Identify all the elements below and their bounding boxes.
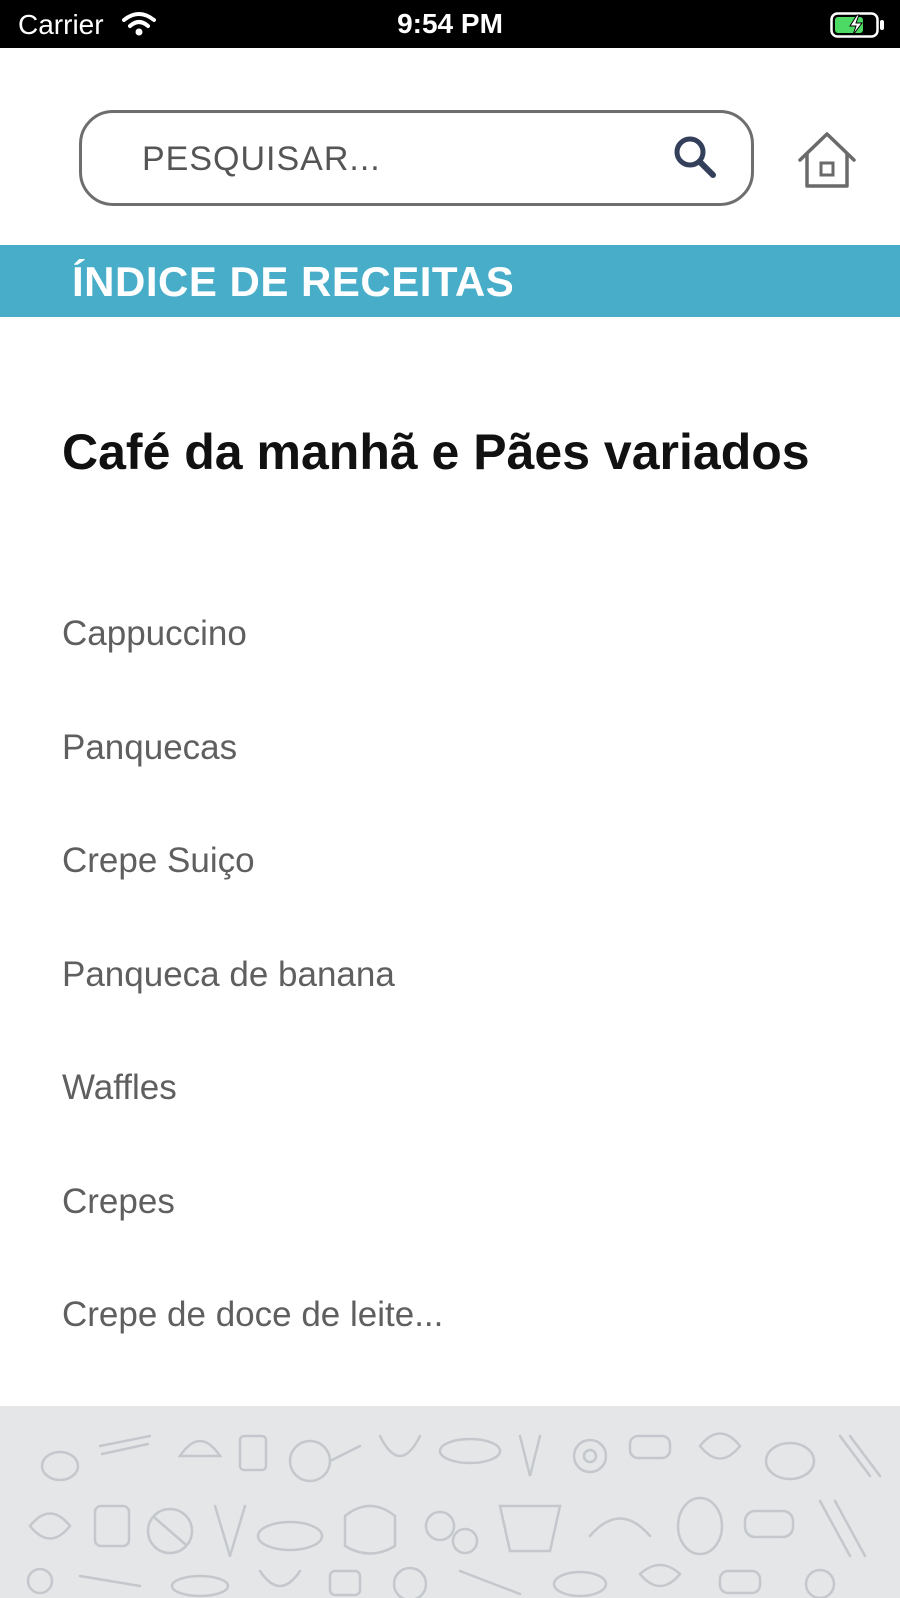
battery-charging-icon [830, 12, 884, 38]
status-time: 9:54 PM [397, 8, 503, 39]
search-input[interactable] [142, 131, 642, 187]
kitchen-doodle-pattern [0, 1406, 900, 1598]
status-bar: Carrier 9:54 PM [0, 0, 900, 48]
recipe-item-crepe-de-doce-de-leite[interactable]: Crepe de doce de leite... [62, 1285, 443, 1399]
recipe-item-cappuccino[interactable]: Cappuccino [62, 604, 443, 718]
section-title: Café da manhã e Pães variados [62, 424, 810, 480]
recipe-item-panqueca-de-banana[interactable]: Panqueca de banana [62, 945, 443, 1059]
kitchen-doodle-art [26, 1432, 882, 1598]
home-icon[interactable] [796, 130, 858, 190]
recipe-item-crepe-suico[interactable]: Crepe Suiço [62, 831, 443, 945]
banner-title: ÍNDICE DE RECEITAS [72, 258, 515, 305]
recipe-list: Cappuccino Panquecas Crepe Suiço Panquec… [62, 604, 443, 1399]
search-box[interactable] [79, 110, 754, 206]
recipe-item-crepes[interactable]: Crepes [62, 1172, 443, 1286]
recipe-item-panquecas[interactable]: Panquecas [62, 718, 443, 832]
recipe-index-banner: ÍNDICE DE RECEITAS [0, 245, 900, 317]
search-icon[interactable] [671, 133, 719, 181]
recipe-item-waffles[interactable]: Waffles [62, 1058, 443, 1172]
